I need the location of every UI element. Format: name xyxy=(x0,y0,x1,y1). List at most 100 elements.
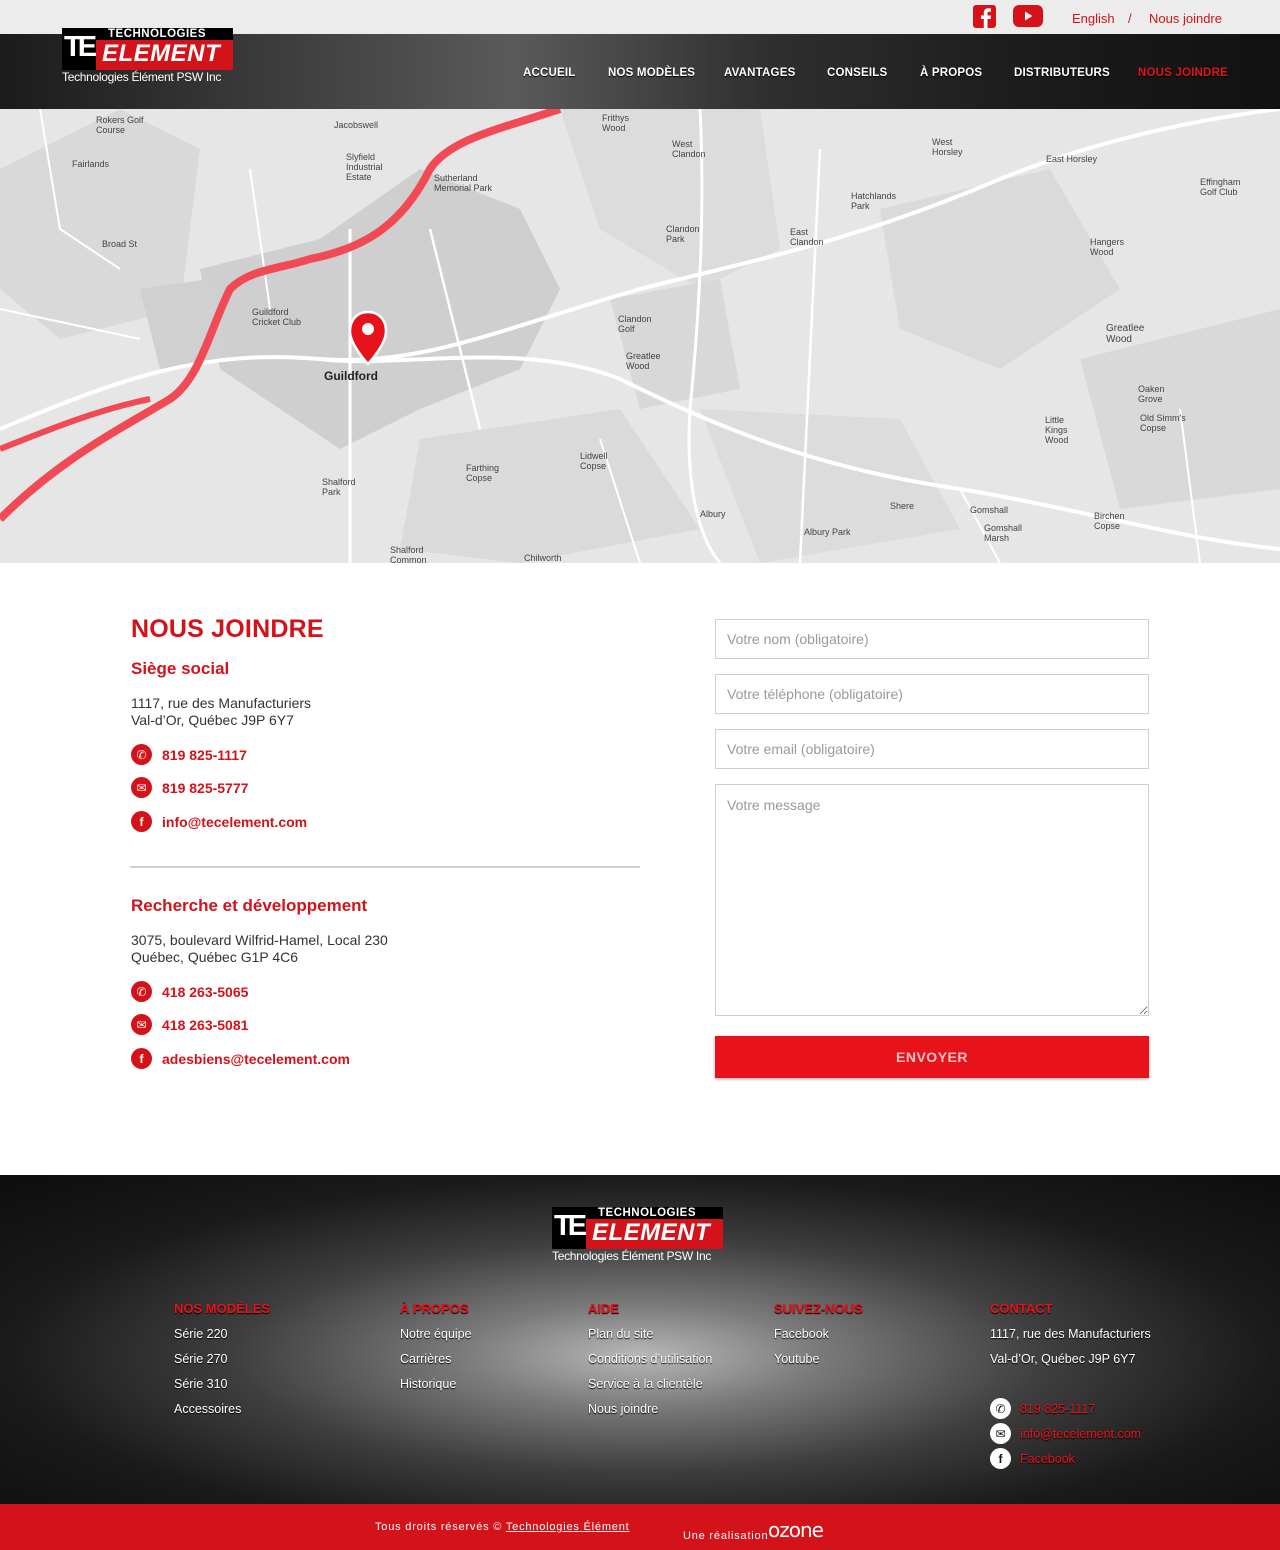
footer-link-plan[interactable]: Plan du site xyxy=(588,1327,653,1341)
nav-nos-modeles[interactable]: NOS MODÈLES xyxy=(608,67,695,79)
hq-email-row[interactable]: f info@tecelement.com xyxy=(131,811,307,832)
phone-input[interactable] xyxy=(715,674,1149,714)
rd-email[interactable]: adesbiens@tecelement.com xyxy=(162,1051,350,1067)
mail-icon: ✉ xyxy=(131,777,152,798)
footer-models-heading: NOS MODÈLES xyxy=(174,1301,271,1316)
phone-icon: ✆ xyxy=(131,981,152,1002)
hq-phone-row[interactable]: ✆ 819 825-1117 xyxy=(131,744,247,765)
map-label: West Horsley xyxy=(932,137,963,157)
map-label: Albury Park xyxy=(804,527,851,537)
nav-conseils[interactable]: CONSEILS xyxy=(827,67,887,79)
nav-avantages[interactable]: AVANTAGES xyxy=(724,67,795,79)
map-label: Shalford Park xyxy=(322,477,356,497)
mail-icon: ✉ xyxy=(131,1014,152,1035)
facebook-icon: f xyxy=(131,1048,152,1069)
agency-logo[interactable]: ozone xyxy=(768,1518,824,1542)
copyright-bar xyxy=(0,1504,1280,1550)
mail-icon: ✉ xyxy=(990,1423,1011,1444)
footer-address-line2: Val-d’Or, Québec J9P 6Y7 xyxy=(990,1352,1136,1366)
footer-logo-main: ELEMENT xyxy=(592,1219,711,1246)
facebook-icon: f xyxy=(131,811,152,832)
footer-link-facebook[interactable]: Facebook xyxy=(774,1327,829,1341)
map-label: Lidwell Copse xyxy=(580,451,608,471)
hq-fax[interactable]: 819 825-5777 xyxy=(162,780,248,796)
map-label: Shere xyxy=(890,501,915,511)
logo-mark: TE xyxy=(64,31,97,63)
message-textarea[interactable] xyxy=(715,784,1149,1016)
rd-fax-row[interactable]: ✉ 418 263-5081 xyxy=(131,1014,248,1035)
footer-logo[interactable]: TE TECHNOLOGIES ELEMENT Technologies Élé… xyxy=(552,1207,723,1265)
location-map[interactable]: Guildford Rokers Golf Course Jacobswell … xyxy=(0,109,1280,563)
hq-fax-row[interactable]: ✉ 819 825-5777 xyxy=(131,777,248,798)
map-label: Gomshall xyxy=(970,505,1009,515)
language-link[interactable]: English xyxy=(1072,11,1115,26)
footer-phone[interactable]: 819 825-1117 xyxy=(1020,1402,1095,1416)
map-label: West Clandon xyxy=(672,139,706,159)
copyright-prefix: Tous droits réservés © xyxy=(375,1521,503,1533)
footer-link-equipe[interactable]: Notre équipe xyxy=(400,1327,472,1341)
youtube-icon[interactable] xyxy=(1013,5,1043,27)
footer-link-youtube[interactable]: Youtube xyxy=(774,1352,819,1366)
phone-icon: ✆ xyxy=(131,744,152,765)
hq-email[interactable]: info@tecelement.com xyxy=(162,814,307,830)
email-input[interactable] xyxy=(715,729,1149,769)
footer-link-serie-220[interactable]: Série 220 xyxy=(174,1327,228,1341)
hq-phone[interactable]: 819 825-1117 xyxy=(162,747,247,763)
footer-facebook[interactable]: Facebook xyxy=(1020,1452,1075,1466)
hq-heading: Siège social xyxy=(131,659,230,678)
rd-phone-row[interactable]: ✆ 418 263-5065 xyxy=(131,981,248,1002)
copyright-link[interactable]: Technologies Élément xyxy=(506,1521,630,1533)
map-label: East Clandon xyxy=(790,227,824,247)
footer-link-nous-joindre[interactable]: Nous joindre xyxy=(588,1402,658,1416)
map-label: Little Kings Wood xyxy=(1045,415,1069,445)
map-label: Rokers Golf Course xyxy=(96,115,144,135)
hq-address: 1117, rue des Manufacturiers Val-d’Or, Q… xyxy=(131,695,311,729)
footer-link-carrieres[interactable]: Carrières xyxy=(400,1352,451,1366)
map-label: Effingham Golf Club xyxy=(1200,177,1241,197)
rd-email-row[interactable]: f adesbiens@tecelement.com xyxy=(131,1048,350,1069)
map-label: Guildford Cricket Club xyxy=(252,307,302,327)
nav-distributeurs[interactable]: DISTRIBUTEURS xyxy=(1014,67,1110,79)
map-label: Birchen Copse xyxy=(1094,511,1125,531)
map-label: Greatlee Wood xyxy=(1106,323,1145,345)
rd-phone[interactable]: 418 263-5065 xyxy=(162,984,248,1000)
footer-link-conditions[interactable]: Conditions d’utilisation xyxy=(588,1352,712,1366)
map-label: Sutherland Memorial Park xyxy=(434,173,493,193)
logo-top-text: TECHNOLOGIES xyxy=(108,28,207,40)
logo-sub-text: Technologies Élément PSW Inc xyxy=(62,70,222,84)
map-label: Hatchlands Park xyxy=(851,191,897,211)
facebook-icon[interactable] xyxy=(973,5,996,29)
section-divider xyxy=(130,866,640,868)
map-label: Guildford xyxy=(324,369,378,383)
map-label: Clandon Park xyxy=(666,224,700,244)
submit-button[interactable]: ENVOYER xyxy=(715,1036,1149,1078)
nav-nous-joindre[interactable]: NOUS JOINDRE xyxy=(1138,67,1228,79)
footer-logo-sub: Technologies Élément PSW Inc xyxy=(552,1249,712,1263)
footer-link-historique[interactable]: Historique xyxy=(400,1377,456,1391)
top-contact-link[interactable]: Nous joindre xyxy=(1149,11,1222,26)
footer-link-accessoires[interactable]: Accessoires xyxy=(174,1402,241,1416)
footer-email[interactable]: info@tecelement.com xyxy=(1020,1427,1141,1441)
map-label: Oaken Grove xyxy=(1138,384,1165,404)
footer-help-heading: AIDE xyxy=(588,1301,620,1316)
hq-address-line2: Val-d’Or, Québec J9P 6Y7 xyxy=(131,712,294,728)
map-label: Jacobswell xyxy=(334,120,379,130)
map-label: Slyfield Industrial Estate xyxy=(346,152,383,182)
map-label: Old Simm's Copse xyxy=(1140,413,1186,433)
nav-accueil[interactable]: ACCUEIL xyxy=(523,67,576,79)
name-input[interactable] xyxy=(715,619,1149,659)
rd-fax[interactable]: 418 263-5081 xyxy=(162,1017,248,1033)
map-label: Chilworth xyxy=(524,553,562,563)
rd-heading: Recherche et développement xyxy=(131,896,368,915)
footer-logo-mark: TE xyxy=(554,1210,587,1242)
map-label: East Horsley xyxy=(1046,154,1098,164)
footer-address-line1: 1117, rue des Manufacturiers xyxy=(990,1327,1151,1341)
nav-a-propos[interactable]: À PROPOS xyxy=(920,67,982,79)
footer-link-serie-270[interactable]: Série 270 xyxy=(174,1352,228,1366)
credit-text: Une réalisation xyxy=(683,1530,769,1542)
logo-main-text: ELEMENT xyxy=(102,40,221,67)
hq-address-line1: 1117, rue des Manufacturiers xyxy=(131,695,312,711)
footer-link-service[interactable]: Service à la clientèle xyxy=(588,1377,703,1391)
logo[interactable]: TE TECHNOLOGIES ELEMENT Technologies Élé… xyxy=(62,28,233,86)
footer-link-serie-310[interactable]: Série 310 xyxy=(174,1377,228,1391)
